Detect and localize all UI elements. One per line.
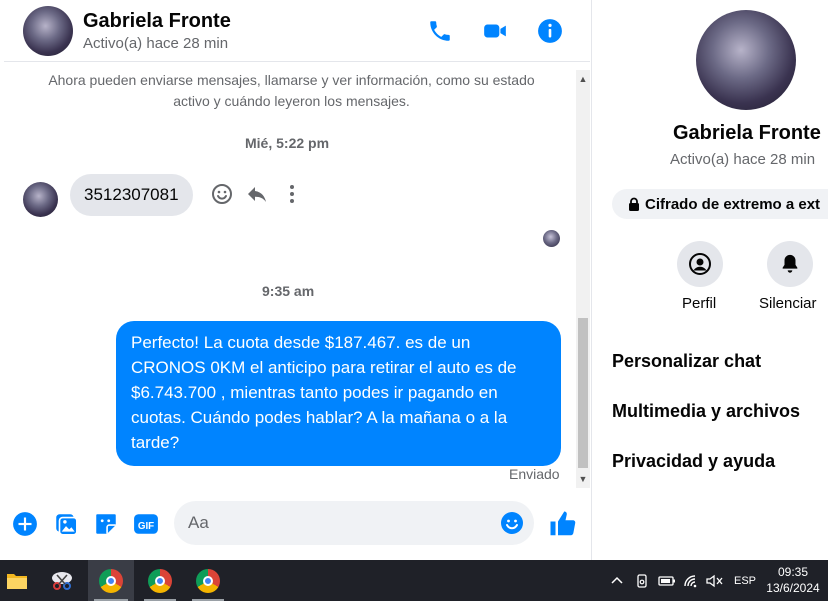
volume-muted-icon[interactable]: [705, 560, 723, 601]
panel-contact-avatar[interactable]: [696, 10, 796, 110]
panel-contact-name: Gabriela Fronte: [673, 122, 821, 144]
sender-avatar[interactable]: [23, 182, 58, 217]
device-icon[interactable]: [634, 560, 650, 601]
more-options-icon[interactable]: [280, 182, 304, 206]
bell-icon: [782, 254, 798, 273]
message-input[interactable]: [174, 501, 534, 545]
chrome-window-3[interactable]: [186, 560, 230, 601]
mute-label: Silenciar: [759, 295, 817, 312]
file-explorer-icon[interactable]: [0, 560, 34, 601]
emoji-icon[interactable]: [500, 511, 524, 535]
sticker-icon[interactable]: [93, 511, 119, 537]
gif-icon[interactable]: GIF: [133, 511, 159, 537]
clock-date: 13/6/2024: [766, 581, 820, 595]
chrome-window-2[interactable]: [138, 560, 182, 601]
contact-status: Activo(a) hace 28 min: [83, 35, 229, 52]
chrome-icon: [196, 568, 220, 593]
encryption-label: Cifrado de extremo a ext: [645, 195, 821, 213]
timestamp: 9:35 am: [262, 283, 315, 299]
media-files-item[interactable]: Multimedia y archivos: [612, 401, 800, 422]
voice-call-icon[interactable]: [427, 18, 453, 44]
like-thumbs-up-icon[interactable]: [548, 509, 578, 539]
privacy-help-item[interactable]: Privacidad y ayuda: [612, 451, 775, 472]
clock-time: 09:35: [777, 565, 809, 579]
attach-image-icon[interactable]: [53, 511, 79, 537]
seen-avatar: [543, 230, 560, 247]
timestamp: Mié, 5:22 pm: [245, 135, 330, 151]
conversation-info-panel: Gabriela Fronte Activo(a) hace 28 min Ci…: [591, 0, 828, 560]
sent-status: Enviado: [509, 466, 560, 482]
incoming-message[interactable]: 3512307081: [70, 174, 193, 216]
react-icon[interactable]: [210, 182, 234, 206]
encryption-badge[interactable]: Cifrado de extremo a ext: [612, 189, 828, 219]
chrome-icon: [148, 568, 172, 593]
wifi-icon[interactable]: [683, 560, 701, 601]
profile-icon: [689, 253, 711, 275]
mute-button[interactable]: [767, 241, 813, 287]
chrome-icon: [99, 568, 123, 593]
show-hidden-icons-chevron-icon[interactable]: [610, 560, 624, 601]
profile-button[interactable]: [677, 241, 723, 287]
scroll-down-arrow-icon[interactable]: ▼: [576, 472, 590, 486]
more-actions-plus-icon[interactable]: [12, 511, 38, 537]
outgoing-message[interactable]: Perfecto! La cuota desde $187.467. es de…: [116, 321, 561, 466]
reply-icon[interactable]: [245, 182, 269, 206]
chat-header: Gabriela Fronte Activo(a) hace 28 min: [4, 0, 590, 62]
system-clock[interactable]: 09:35 13/6/2024: [762, 564, 824, 596]
profile-label: Perfil: [682, 295, 717, 312]
windows-taskbar: ESP 09:35 13/6/2024: [0, 560, 828, 601]
message-list: Ahora pueden enviarse mensajes, llamarse…: [4, 70, 576, 490]
chrome-window-1[interactable]: [88, 560, 134, 601]
customize-chat-item[interactable]: Personalizar chat: [612, 351, 761, 372]
contact-name[interactable]: Gabriela Fronte: [83, 10, 231, 33]
snipping-tool-icon[interactable]: [40, 560, 84, 601]
lock-icon: [629, 197, 639, 211]
svg-text:GIF: GIF: [138, 521, 154, 532]
message-composer: GIF: [4, 492, 590, 558]
chat-scrollbar[interactable]: ▲ ▼: [576, 70, 590, 488]
system-message: Ahora pueden enviarse mensajes, llamarse…: [48, 72, 535, 109]
scroll-up-arrow-icon[interactable]: ▲: [576, 72, 590, 86]
messenger-window: Gabriela Fronte Activo(a) hace 28 min Ah…: [0, 0, 828, 601]
panel-contact-status: Activo(a) hace 28 min: [670, 151, 816, 168]
video-call-icon[interactable]: [482, 18, 508, 44]
info-icon[interactable]: [537, 18, 563, 44]
scroll-thumb[interactable]: [578, 318, 588, 468]
battery-icon[interactable]: [658, 560, 676, 601]
language-indicator[interactable]: ESP: [734, 560, 756, 601]
contact-avatar[interactable]: [23, 6, 73, 56]
